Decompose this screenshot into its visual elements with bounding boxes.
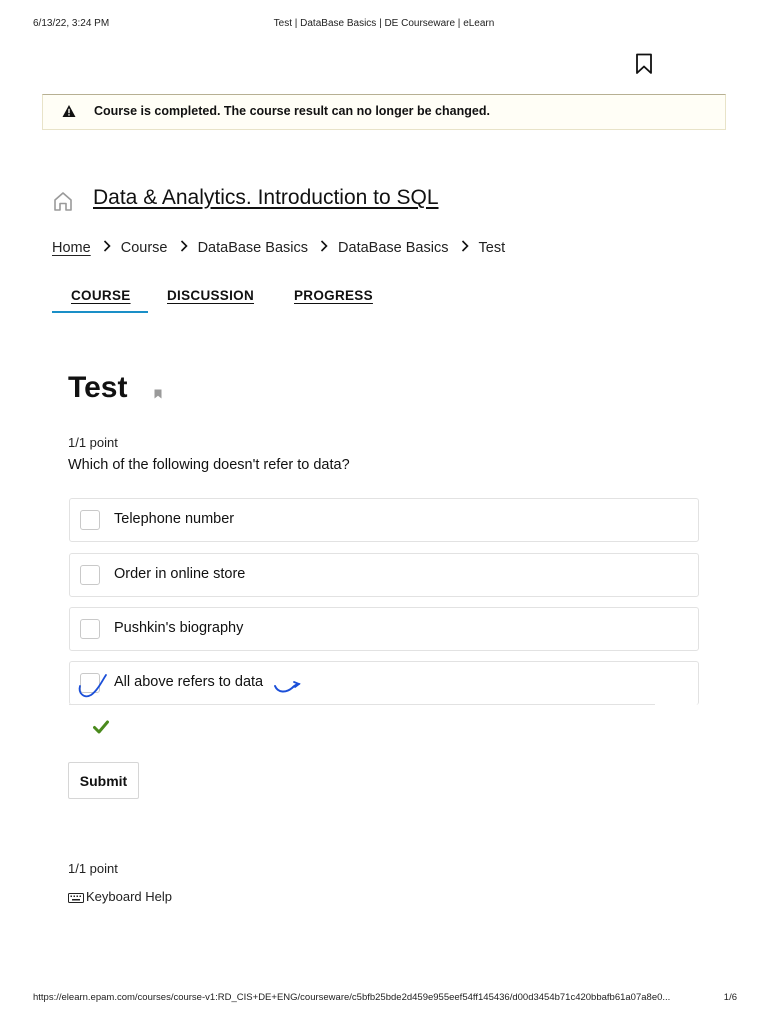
breadcrumb: Home Course DataBase Basics DataBase Bas… (52, 240, 505, 256)
warning-icon (62, 105, 76, 117)
option-label: Telephone number (114, 511, 235, 527)
tab-discussion[interactable]: DISCUSSION (167, 288, 254, 303)
divider (69, 704, 655, 705)
option-label: Pushkin's biography (114, 620, 244, 636)
print-page-number: 1/6 (723, 992, 737, 1003)
chevron-right-icon (103, 240, 111, 256)
bookmark-icon[interactable] (634, 53, 654, 75)
tab-course[interactable]: COURSE (71, 288, 131, 303)
print-header: 6/13/22, 3:24 PM Test | DataBase Basics … (0, 18, 768, 32)
checkbox[interactable] (80, 565, 100, 585)
tab-progress[interactable]: PROGRESS (294, 288, 373, 303)
alert-text: Course is completed. The course result c… (94, 104, 490, 118)
correct-check-icon (93, 720, 109, 734)
breadcrumb-current: Test (478, 240, 506, 257)
option-telephone-number[interactable]: Telephone number (69, 498, 699, 542)
breadcrumb-home[interactable]: Home (52, 240, 91, 256)
course-title-link[interactable]: Data & Analytics. Introduction to SQL (93, 186, 439, 210)
chevron-right-icon (180, 240, 188, 256)
print-page-title: Test | DataBase Basics | DE Courseware |… (273, 18, 495, 29)
page-title: Test (68, 371, 128, 404)
submit-button[interactable]: Submit (68, 762, 139, 799)
handwritten-check-mark (78, 674, 107, 698)
question-text: Which of the following doesn't refer to … (68, 457, 350, 473)
handwritten-tick-mark (274, 681, 301, 693)
keyboard-icon (68, 892, 84, 903)
breadcrumb-subsection[interactable]: DataBase Basics (338, 240, 448, 256)
chevron-right-icon (320, 240, 328, 256)
option-label: All above refers to data (114, 674, 264, 690)
chevron-right-icon (461, 240, 469, 256)
footer-points-label: 1/1 point (68, 861, 118, 876)
print-url: https://elearn.epam.com/courses/course-v… (33, 992, 671, 1003)
bookmark-small-icon[interactable] (154, 389, 162, 399)
option-pushkin-biography[interactable]: Pushkin's biography (69, 607, 699, 651)
home-icon[interactable] (52, 190, 74, 212)
active-tab-indicator (52, 311, 148, 313)
option-all-above[interactable]: All above refers to data (69, 661, 699, 705)
keyboard-help-label: Keyboard Help (86, 889, 172, 904)
option-label: Order in online store (114, 566, 246, 582)
option-order-online-store[interactable]: Order in online store (69, 553, 699, 597)
points-label: 1/1 point (68, 435, 118, 450)
breadcrumb-course[interactable]: Course (121, 240, 168, 256)
checkbox[interactable] (80, 510, 100, 530)
checkbox[interactable] (80, 619, 100, 639)
breadcrumb-section[interactable]: DataBase Basics (198, 240, 308, 256)
keyboard-help-link[interactable]: Keyboard Help (68, 889, 172, 904)
